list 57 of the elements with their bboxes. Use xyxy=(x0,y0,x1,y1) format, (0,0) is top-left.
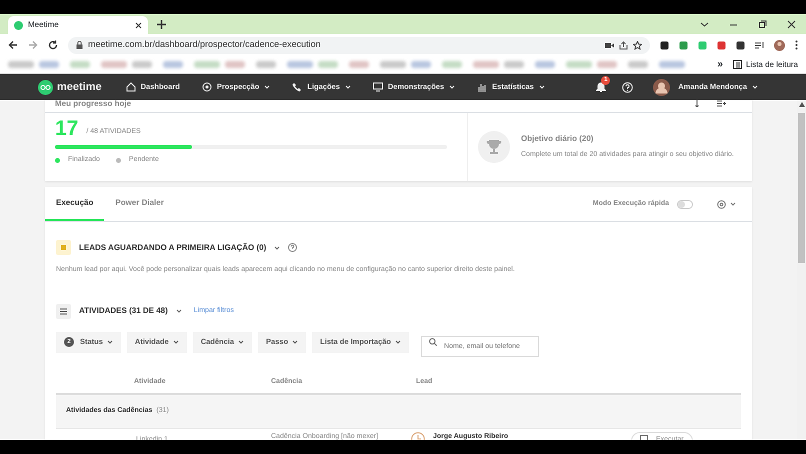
share-icon[interactable] xyxy=(619,40,628,50)
tab[interactable]: Power Dialer xyxy=(104,187,175,221)
restore-icon[interactable] xyxy=(758,20,767,29)
caret-icon xyxy=(176,309,182,313)
settings-button[interactable] xyxy=(717,200,736,208)
target-icon xyxy=(202,82,212,92)
list-icon xyxy=(56,304,71,318)
tab-title: Meetime xyxy=(28,19,60,31)
back-icon[interactable] xyxy=(8,40,18,50)
reading-list-link[interactable]: Lista de leitura xyxy=(746,58,798,70)
camera-icon[interactable] xyxy=(605,42,614,48)
reading-list-icon[interactable] xyxy=(732,60,742,69)
reload-icon[interactable] xyxy=(48,40,58,50)
home-icon xyxy=(126,82,136,92)
section-title: ATIVIDADES (31 DE 48) xyxy=(79,305,168,317)
monitor-icon xyxy=(372,82,383,92)
tab[interactable]: Execução xyxy=(45,187,104,221)
caret-icon xyxy=(730,202,736,206)
progress-count: 17 xyxy=(55,118,78,140)
chevron-icon[interactable] xyxy=(700,20,709,29)
logo-icon xyxy=(38,80,53,94)
caret-icon xyxy=(106,340,113,344)
url-text: meetime.com.br/dashboard/prospector/cadence-execution xyxy=(88,38,322,52)
caret-icon xyxy=(274,246,280,250)
section-title: LEADS AGUARDANDO A PRIMEIRA LIGAÇÃO (0) xyxy=(79,242,266,254)
extension-icon[interactable] xyxy=(660,40,669,50)
logo-text: meetime xyxy=(57,80,102,95)
playlist-icon[interactable] xyxy=(755,40,764,50)
user-avatar xyxy=(653,78,670,96)
search-icon xyxy=(429,338,438,346)
caret-icon xyxy=(752,85,758,89)
browser-tab[interactable]: Meetime xyxy=(8,16,148,34)
caret-icon xyxy=(238,340,244,344)
star-icon[interactable] xyxy=(633,40,642,50)
address-bar[interactable]: meetime.com.br/dashboard/prospector/cadence-execution xyxy=(68,36,650,54)
phone-icon xyxy=(292,82,302,92)
caret-icon xyxy=(292,340,298,344)
chart-icon xyxy=(477,82,488,92)
caret-icon xyxy=(395,340,402,344)
scroll-up-icon[interactable] xyxy=(798,102,804,107)
site-icon xyxy=(14,20,23,30)
kebab-menu-icon[interactable] xyxy=(795,40,798,50)
close-icon[interactable] xyxy=(135,22,142,28)
card-title: Meu progresso hoje xyxy=(55,100,132,110)
list-add-icon[interactable] xyxy=(717,100,726,107)
close-icon[interactable] xyxy=(787,20,796,29)
sort-icon[interactable] xyxy=(695,100,699,107)
caret-icon xyxy=(172,340,179,344)
new-tab-icon[interactable] xyxy=(157,20,166,29)
avatar-icon[interactable] xyxy=(774,40,785,50)
overflow-chevron[interactable]: » xyxy=(717,57,723,72)
goal-title: Objetivo diário (20) xyxy=(521,133,594,146)
lock-icon xyxy=(76,41,83,49)
settings-icon xyxy=(717,200,726,208)
trophy-icon xyxy=(478,131,510,163)
bell-icon[interactable] xyxy=(596,82,606,93)
toggle-switch[interactable] xyxy=(677,200,693,208)
